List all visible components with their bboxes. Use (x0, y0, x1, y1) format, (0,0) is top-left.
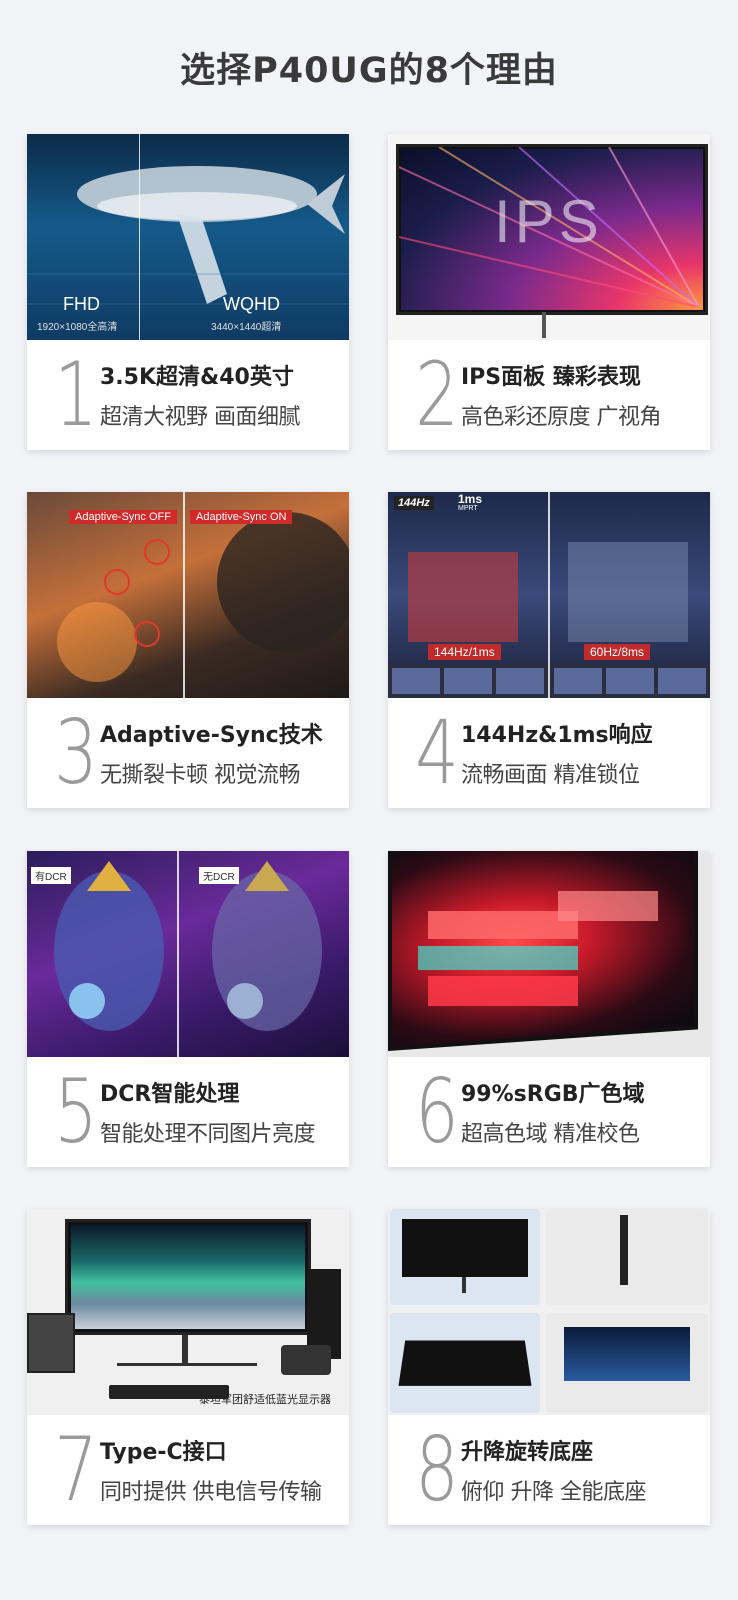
height-adjust-panel (390, 1209, 540, 1305)
reason-number: 8 (415, 1418, 459, 1521)
monitor-tilt (398, 1340, 532, 1386)
type-c-setup-image: 泰坦军团舒适低蓝光显示器 (27, 1209, 349, 1415)
stand-adjust-image (388, 1209, 710, 1415)
reason-number: 1 (54, 343, 98, 446)
fhd-label: FHD (63, 294, 100, 314)
reason-card-4: 144Hz 1ms MPRT 144Hz/1ms 60Hz/8ms 4 144H… (388, 492, 710, 808)
dcr-comparison-image: 有DCR 无DCR (27, 851, 349, 1057)
wqhd-sublabel: 3440×1440超清 (211, 322, 282, 333)
reason-subtitle: 流畅画面 精准锁位 (461, 763, 640, 788)
reason-number: 5 (54, 1060, 98, 1163)
phone (281, 1345, 331, 1375)
adaptive-sync-comparison-image: Adaptive-Sync OFF Adaptive-Sync ON (27, 492, 349, 698)
1ms-badge: 1ms (458, 492, 483, 506)
refresh-rate-comparison-image: 144Hz 1ms MPRT 144Hz/1ms 60Hz/8ms (388, 492, 710, 698)
compare-divider (548, 492, 550, 698)
reason-card-3: Adaptive-Sync OFF Adaptive-Sync ON 3 Ada… (27, 492, 349, 808)
reason-card-6: 6 99%sRGB广色域 超高色域 精准校色 (388, 851, 710, 1167)
reason-subtitle: 无撕裂卡顿 视觉流畅 (100, 763, 301, 788)
side-view-panel (546, 1209, 708, 1305)
reason-subtitle: 同时提供 供电信号传输 (100, 1480, 322, 1505)
compare-divider (177, 851, 179, 1057)
reason-title: Type-C接口 (100, 1440, 227, 1465)
product-caption: 泰坦军团舒适低蓝光显示器 (199, 1394, 331, 1406)
monitor-stand (542, 312, 546, 338)
reason-title: Adaptive-Sync技术 (100, 723, 323, 748)
ips-text: IPS (494, 188, 603, 255)
main-monitor (65, 1219, 311, 1335)
wide-view-panel (546, 1313, 708, 1413)
tilt-panel (390, 1313, 540, 1413)
right-rate-label: 60Hz/8ms (584, 644, 651, 660)
whale-comparison-image: FHD 1920×1080全高清 WQHD 3440×1440超清 (27, 134, 349, 340)
reason-subtitle: 俯仰 升降 全能底座 (461, 1480, 647, 1505)
left-rate-label: 144Hz/1ms (428, 644, 501, 660)
reason-title: DCR智能处理 (100, 1082, 240, 1107)
wqhd-label: WQHD (223, 294, 280, 314)
144hz-badge: 144Hz (394, 496, 434, 510)
reason-title: 3.5K超清&40英寸 (100, 365, 294, 390)
reason-number: 6 (415, 1060, 459, 1163)
mprt-badge: MPRT (458, 505, 478, 512)
page-title: 选择P40UG的8个理由 (180, 51, 558, 91)
reason-number: 2 (415, 343, 459, 446)
warrior-scene (54, 861, 322, 1031)
without-dcr-label: 无DCR (199, 867, 239, 884)
reason-number: 3 (54, 701, 98, 804)
laptop (27, 1313, 75, 1373)
reason-subtitle: 超清大视野 画面细腻 (100, 405, 301, 430)
monitor-side (620, 1215, 628, 1285)
reason-card-1: FHD 1920×1080全高清 WQHD 3440×1440超清 1 3.5K… (27, 134, 349, 450)
color-gamut-image (388, 851, 710, 1057)
aurora-screen (71, 1225, 305, 1329)
reason-card-2: IPS 2 IPS面板 臻彩表现 高色彩还原度 广视角 (388, 134, 710, 450)
sync-on-label: Adaptive-Sync ON (190, 510, 293, 524)
reason-title: 144Hz&1ms响应 (461, 723, 653, 748)
monitor-stand (182, 1335, 188, 1363)
fhd-sublabel: 1920×1080全高清 (37, 322, 118, 333)
ips-monitor-image: IPS (388, 134, 710, 340)
reason-subtitle: 高色彩还原度 广视角 (461, 405, 662, 430)
reason-title: 升降旋转底座 (461, 1440, 594, 1465)
reason-number: 7 (54, 1418, 98, 1521)
compare-divider (139, 134, 140, 340)
monitor-base (117, 1363, 257, 1366)
reason-title: 99%sRGB广色域 (461, 1082, 645, 1107)
with-dcr-label: 有DCR (31, 867, 71, 884)
monitor-front (402, 1219, 528, 1277)
monitor-bezel: IPS (396, 144, 708, 315)
color-blocks (418, 891, 658, 1006)
stand (462, 1277, 466, 1293)
monitor-wide (564, 1327, 690, 1381)
sync-off-label: Adaptive-Sync OFF (69, 510, 177, 524)
reason-number: 4 (415, 701, 459, 804)
reason-subtitle: 超高色域 精准校色 (461, 1122, 640, 1147)
reason-title: IPS面板 臻彩表现 (461, 365, 641, 390)
reason-subtitle: 智能处理不同图片亮度 (100, 1122, 316, 1147)
compare-divider (183, 492, 185, 698)
reason-card-5: 有DCR 无DCR 5 DCR智能处理 智能处理不同图片亮度 (27, 851, 349, 1167)
reason-card-8: 8 升降旋转底座 俯仰 升降 全能底座 (388, 1209, 710, 1525)
reason-card-7: 泰坦军团舒适低蓝光显示器 7 Type-C接口 同时提供 供电信号传输 (27, 1209, 349, 1525)
